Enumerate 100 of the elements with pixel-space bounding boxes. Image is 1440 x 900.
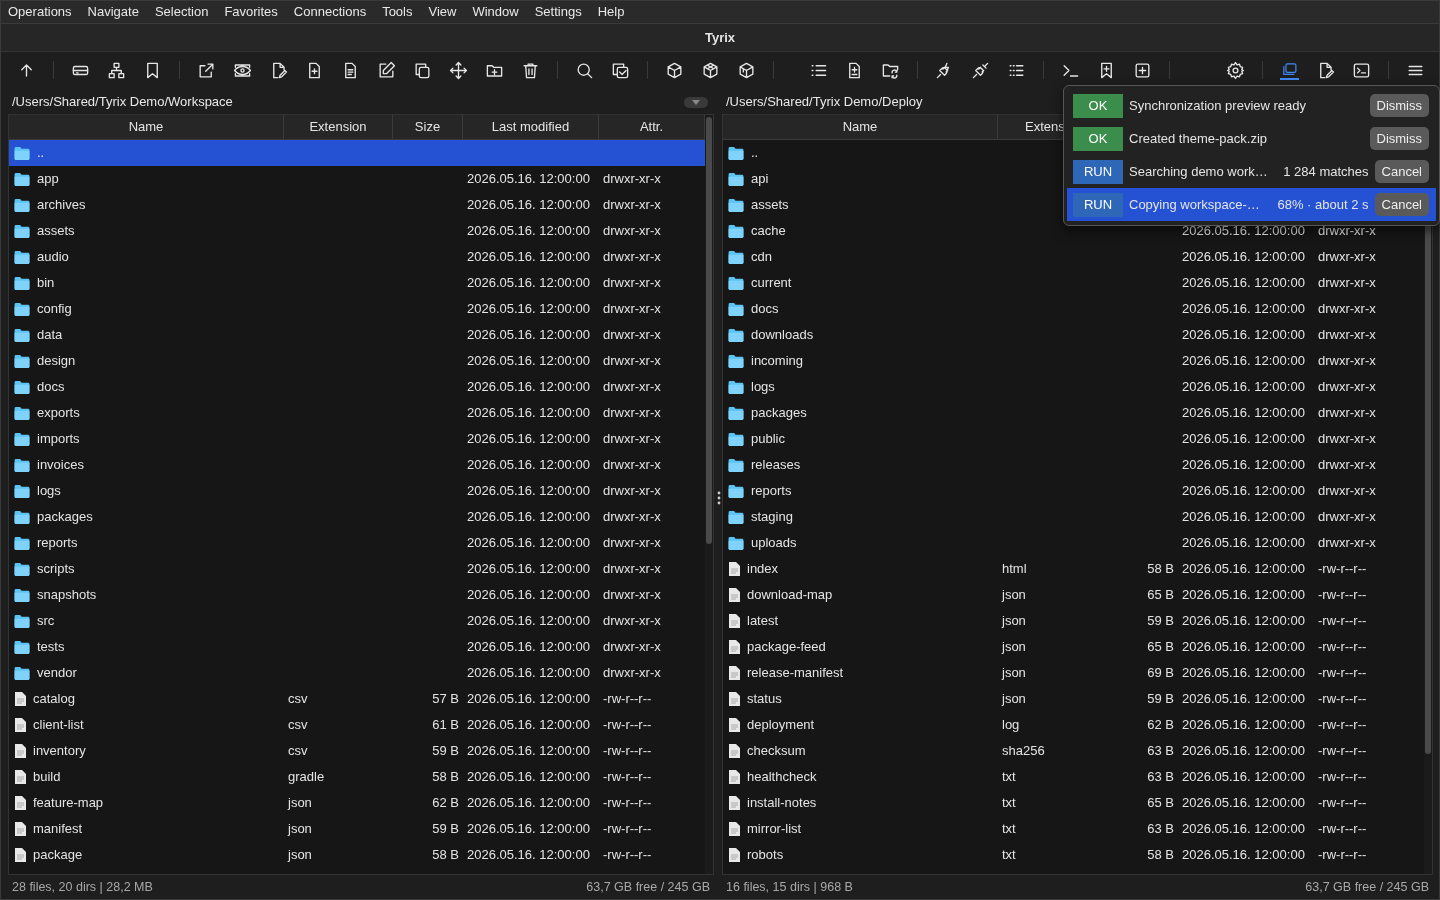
file-attributes: drwxr-xr-x xyxy=(603,249,661,265)
file-extension: txt xyxy=(1002,795,1016,811)
file-attributes: drwxr-xr-x xyxy=(1318,431,1376,447)
file-attributes: -rw-r--r-- xyxy=(1318,587,1367,603)
file-attributes: drwxr-xr-x xyxy=(1318,535,1376,551)
modified-date: 2026.05.16. 12:00:00 xyxy=(467,327,590,343)
file-size: 62 B xyxy=(432,795,459,811)
modified-date: 2026.05.16. 12:00:00 xyxy=(467,509,590,525)
file-size: 62 B xyxy=(1147,717,1174,733)
modified-date: 2026.05.16. 12:00:00 xyxy=(1182,327,1305,343)
modified-date: 2026.05.16. 12:00:00 xyxy=(467,561,590,577)
file-size: 65 B xyxy=(1147,795,1174,811)
file-attributes: drwxr-xr-x xyxy=(603,509,661,525)
modified-date: 2026.05.16. 12:00:00 xyxy=(467,223,590,239)
status-text: 28 files, 20 dirs | 28,2 MB xyxy=(12,878,153,896)
modified-date: 2026.05.16. 12:00:00 xyxy=(1182,691,1305,707)
status-badge: RUN xyxy=(1073,192,1123,217)
file-extension: json xyxy=(288,847,312,863)
file-extension: sha256 xyxy=(1002,743,1045,759)
file-size: 65 B xyxy=(1147,639,1174,655)
file-attributes: drwxr-xr-x xyxy=(603,613,661,629)
modified-date: 2026.05.16. 12:00:00 xyxy=(467,249,590,265)
file-attributes: drwxr-xr-x xyxy=(1318,301,1376,317)
file-extension: gradle xyxy=(288,769,325,785)
file-extension: txt xyxy=(1002,847,1016,863)
file-attributes: drwxr-xr-x xyxy=(603,431,661,447)
file-extension: txt xyxy=(1002,821,1016,837)
file-attributes: drwxr-xr-x xyxy=(603,483,661,499)
modified-date: 2026.05.16. 12:00:00 xyxy=(467,275,590,291)
file-attributes: drwxr-xr-x xyxy=(1318,327,1376,343)
file-attributes: -rw-r--r-- xyxy=(1318,665,1367,681)
modified-date: 2026.05.16. 12:00:00 xyxy=(1182,301,1305,317)
modified-date: 2026.05.16. 12:00:00 xyxy=(1182,275,1305,291)
file-attributes: drwxr-xr-x xyxy=(1318,353,1376,369)
status-badge: RUN xyxy=(1073,159,1123,184)
status-text: 16 files, 15 dirs | 968 B xyxy=(726,878,853,896)
file-attributes: -rw-r--r-- xyxy=(603,717,652,733)
file-size: 59 B xyxy=(432,821,459,837)
file-attributes: -rw-r--r-- xyxy=(1318,743,1367,759)
file-attributes: -rw-r--r-- xyxy=(603,769,652,785)
file-attributes: -rw-r--r-- xyxy=(1318,613,1367,629)
file-extension: json xyxy=(1002,639,1026,655)
file-size: 58 B xyxy=(1147,561,1174,577)
file-extension: txt xyxy=(1002,769,1016,785)
file-attributes: drwxr-xr-x xyxy=(1318,405,1376,421)
modified-date: 2026.05.16. 12:00:00 xyxy=(1182,639,1305,655)
modified-date: 2026.05.16. 12:00:00 xyxy=(467,639,590,655)
file-attributes: drwxr-xr-x xyxy=(603,353,661,369)
file-attributes: drwxr-xr-x xyxy=(603,639,661,655)
file-attributes: -rw-r--r-- xyxy=(1318,769,1367,785)
modified-date: 2026.05.16. 12:00:00 xyxy=(467,821,590,837)
modified-date: 2026.05.16. 12:00:00 xyxy=(467,691,590,707)
progress-text: 68% · about 2 s xyxy=(1277,195,1369,214)
file-extension: html xyxy=(1002,561,1027,577)
modified-date: 2026.05.16. 12:00:00 xyxy=(1182,821,1305,837)
file-attributes: -rw-r--r-- xyxy=(1318,639,1367,655)
file-attributes: -rw-r--r-- xyxy=(603,795,652,811)
notification-text: Copying workspace-… xyxy=(1129,195,1261,214)
modified-date: 2026.05.16. 12:00:00 xyxy=(1182,561,1305,577)
modified-date: 2026.05.16. 12:00:00 xyxy=(467,587,590,603)
file-extension: csv xyxy=(288,743,308,759)
modified-date: 2026.05.16. 12:00:00 xyxy=(467,483,590,499)
file-size: 59 B xyxy=(432,743,459,759)
file-extension: json xyxy=(1002,587,1026,603)
file-attributes: drwxr-xr-x xyxy=(603,301,661,317)
file-size: 59 B xyxy=(1147,613,1174,629)
file-attributes: drwxr-xr-x xyxy=(1318,249,1376,265)
free-space-text: 63,7 GB free / 245 GB xyxy=(586,878,710,896)
file-attributes: drwxr-xr-x xyxy=(1318,509,1376,525)
modified-date: 2026.05.16. 12:00:00 xyxy=(467,743,590,759)
file-attributes: drwxr-xr-x xyxy=(603,327,661,343)
status-badge: OK xyxy=(1073,126,1123,151)
status-badge: OK xyxy=(1073,93,1123,118)
modified-date: 2026.05.16. 12:00:00 xyxy=(1182,223,1305,239)
file-attributes: drwxr-xr-x xyxy=(603,379,661,395)
file-attributes: drwxr-xr-x xyxy=(1318,457,1376,473)
modified-date: 2026.05.16. 12:00:00 xyxy=(467,717,590,733)
modified-date: 2026.05.16. 12:00:00 xyxy=(467,457,590,473)
modified-date: 2026.05.16. 12:00:00 xyxy=(467,769,590,785)
file-attributes: -rw-r--r-- xyxy=(603,821,652,837)
file-attributes: -rw-r--r-- xyxy=(1318,821,1367,837)
file-attributes: drwxr-xr-x xyxy=(1318,483,1376,499)
modified-date: 2026.05.16. 12:00:00 xyxy=(467,405,590,421)
window-title: Tyrix xyxy=(704,28,736,47)
modified-date: 2026.05.16. 12:00:00 xyxy=(1182,847,1305,863)
file-attributes: drwxr-xr-x xyxy=(603,587,661,603)
file-attributes: -rw-r--r-- xyxy=(603,691,652,707)
file-size: 63 B xyxy=(1147,821,1174,837)
file-attributes: drwxr-xr-x xyxy=(603,405,661,421)
modified-date: 2026.05.16. 12:00:00 xyxy=(467,171,590,187)
modified-date: 2026.05.16. 12:00:00 xyxy=(467,301,590,317)
modified-date: 2026.05.16. 12:00:00 xyxy=(467,665,590,681)
file-extension: csv xyxy=(288,691,308,707)
notification-text: Searching demo work… xyxy=(1129,162,1269,181)
modified-date: 2026.05.16. 12:00:00 xyxy=(1182,353,1305,369)
file-extension: json xyxy=(1002,665,1026,681)
file-size: 69 B xyxy=(1147,665,1174,681)
file-size: 58 B xyxy=(1147,847,1174,863)
modified-date: 2026.05.16. 12:00:00 xyxy=(1182,535,1305,551)
modified-date: 2026.05.16. 12:00:00 xyxy=(1182,743,1305,759)
